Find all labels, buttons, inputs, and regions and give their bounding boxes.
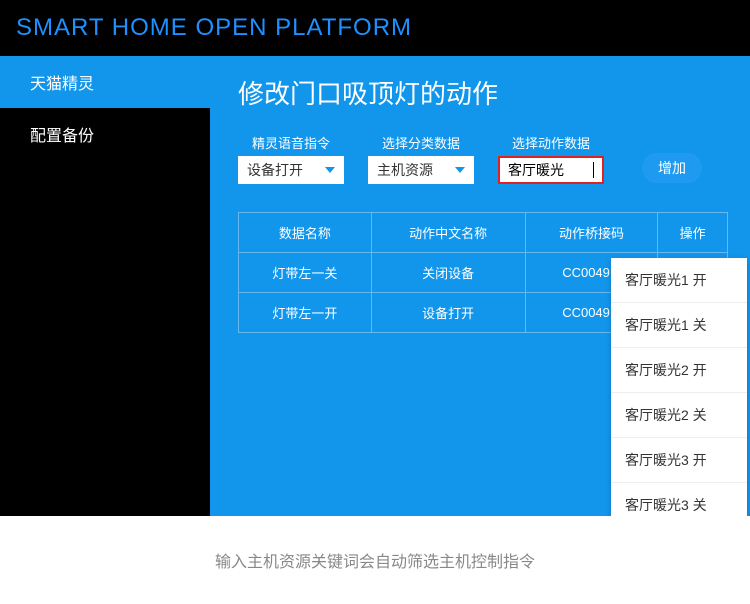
col-op: 操作 <box>658 213 728 253</box>
main-panel: 修改门口吸顶灯的动作 精灵语音指令 设备打开 选择分类数据 主机资源 <box>210 56 750 516</box>
action-autocomplete-dropdown: 客厅暖光1 开 客厅暖光1 关 客厅暖光2 开 客厅暖光2 关 客厅暖光3 开 … <box>611 258 747 516</box>
dropdown-option[interactable]: 客厅暖光3 关 <box>611 483 747 516</box>
action-input-wrapper[interactable] <box>498 156 604 184</box>
voice-select-value: 设备打开 <box>247 160 303 180</box>
dropdown-option[interactable]: 客厅暖光1 开 <box>611 258 747 303</box>
page-caption: 输入主机资源关键词会自动筛选主机控制指令 <box>0 516 750 582</box>
chevron-down-icon <box>455 167 465 173</box>
sidebar: 天猫精灵 配置备份 <box>0 56 210 516</box>
sidebar-item-backup[interactable]: 配置备份 <box>0 108 210 160</box>
col-name: 数据名称 <box>239 213 372 253</box>
sidebar-item-label: 配置备份 <box>30 128 94 145</box>
voice-select[interactable]: 设备打开 <box>238 156 344 184</box>
cell-cn: 设备打开 <box>371 293 525 333</box>
action-label: 选择动作数据 <box>498 133 604 152</box>
cell-name: 灯带左一关 <box>239 253 372 293</box>
app-title: SMART HOME OPEN PLATFORM <box>16 14 412 41</box>
form-row: 精灵语音指令 设备打开 选择分类数据 主机资源 选择动作数据 <box>238 133 728 184</box>
add-button[interactable]: 增加 <box>642 153 702 183</box>
chevron-down-icon <box>325 167 335 173</box>
app-header: SMART HOME OPEN PLATFORM <box>0 0 750 56</box>
sidebar-item-label: 天猫精灵 <box>30 76 94 93</box>
text-cursor <box>593 162 594 178</box>
cell-name: 灯带左一开 <box>239 293 372 333</box>
dropdown-option[interactable]: 客厅暖光2 开 <box>611 348 747 393</box>
table-header-row: 数据名称 动作中文名称 动作桥接码 操作 <box>239 213 728 253</box>
category-select[interactable]: 主机资源 <box>368 156 474 184</box>
dropdown-option[interactable]: 客厅暖光2 关 <box>611 393 747 438</box>
voice-label: 精灵语音指令 <box>238 133 344 152</box>
category-select-value: 主机资源 <box>377 160 433 180</box>
category-label: 选择分类数据 <box>368 133 474 152</box>
action-input[interactable] <box>508 162 586 178</box>
dropdown-option[interactable]: 客厅暖光1 关 <box>611 303 747 348</box>
sidebar-item-tmall-genie[interactable]: 天猫精灵 <box>0 56 210 108</box>
page-title: 修改门口吸顶灯的动作 <box>238 74 728 111</box>
cell-cn: 关闭设备 <box>371 253 525 293</box>
col-cn: 动作中文名称 <box>371 213 525 253</box>
col-code: 动作桥接码 <box>525 213 658 253</box>
dropdown-option[interactable]: 客厅暖光3 开 <box>611 438 747 483</box>
